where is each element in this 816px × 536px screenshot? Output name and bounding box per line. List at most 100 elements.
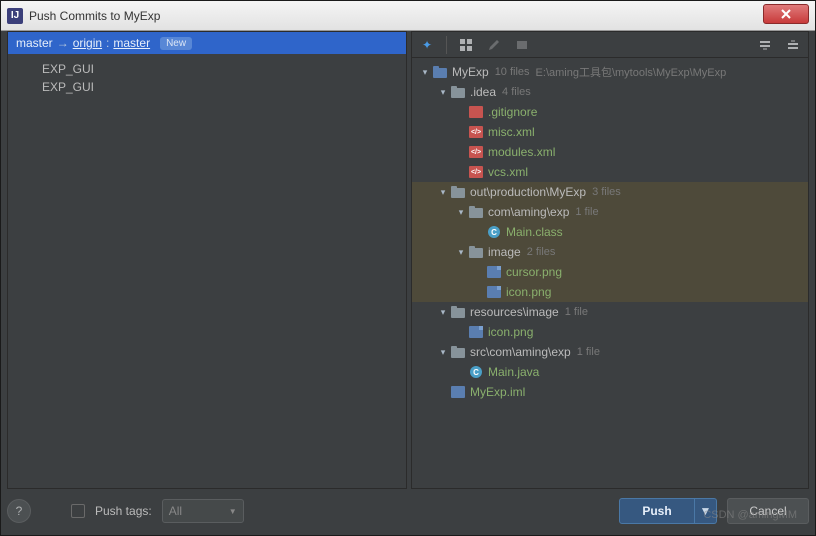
folder-icon <box>468 205 484 219</box>
chevron-down-icon[interactable]: ▾ <box>436 347 450 358</box>
file-count: 3 files <box>592 186 621 198</box>
local-branch: master <box>16 36 53 50</box>
tree-file[interactable]: </> misc.xml <box>412 122 808 142</box>
tree-file[interactable]: C Main.java <box>412 362 808 382</box>
tree-file[interactable]: icon.png <box>412 282 808 302</box>
push-tags-checkbox[interactable] <box>71 504 85 518</box>
bottom-bar: ? Push tags: All ▼ Push ▼ Cancel <box>7 493 809 529</box>
push-dropdown-button[interactable]: ▼ <box>695 498 717 524</box>
file-tree[interactable]: ▾ MyExp 10 files E:\aming工具包\mytools\MyE… <box>412 58 808 488</box>
commit-item[interactable]: EXP_GUI <box>8 60 406 78</box>
tree-folder-idea[interactable]: ▾ .idea 4 files <box>412 82 808 102</box>
toolbar-separator <box>446 36 447 54</box>
content-area: master → origin : master New EXP_GUI EXP… <box>7 31 809 489</box>
folder-icon <box>450 85 466 99</box>
iml-icon <box>450 385 466 399</box>
new-badge: New <box>160 37 192 50</box>
file-label: vcs.xml <box>488 165 528 179</box>
chevron-down-icon[interactable]: ▾ <box>454 207 468 218</box>
colon: : <box>106 36 109 50</box>
file-label: cursor.png <box>506 265 562 279</box>
tree-file[interactable]: icon.png <box>412 322 808 342</box>
titlebar: IJ Push Commits to MyExp <box>1 1 815 31</box>
tree-file[interactable]: </> modules.xml <box>412 142 808 162</box>
chevron-down-icon[interactable]: ▾ <box>436 307 450 318</box>
node-label: resources\image <box>470 305 559 319</box>
file-count: 4 files <box>502 86 531 98</box>
tree-folder-src[interactable]: ▾ src\com\aming\exp 1 file <box>412 342 808 362</box>
commit-item[interactable]: EXP_GUI <box>8 78 406 96</box>
app-icon: IJ <box>7 8 23 24</box>
file-label: misc.xml <box>488 125 535 139</box>
image-file-icon <box>486 265 502 279</box>
files-pane: ✦ ▾ MyExp 10 <box>411 31 809 489</box>
node-label: image <box>488 245 521 259</box>
tree-file[interactable]: cursor.png <box>412 262 808 282</box>
folder-icon <box>450 305 466 319</box>
tree-file[interactable]: C Main.class <box>412 222 808 242</box>
cancel-button[interactable]: Cancel <box>727 498 809 524</box>
file-count: 1 file <box>577 346 600 358</box>
folder-icon <box>450 185 466 199</box>
node-label: src\com\aming\exp <box>470 345 571 359</box>
select-value: All <box>169 504 182 518</box>
push-button-group: Push ▼ <box>619 498 717 524</box>
node-label: .idea <box>470 85 496 99</box>
folder-icon <box>468 245 484 259</box>
file-count: 2 files <box>527 246 556 258</box>
tree-folder-out[interactable]: ▾ out\production\MyExp 3 files <box>412 182 808 202</box>
remote-branch[interactable]: master <box>113 36 150 50</box>
image-file-icon <box>486 285 502 299</box>
file-label: modules.xml <box>488 145 555 159</box>
node-label: MyExp <box>452 65 489 79</box>
close-button[interactable] <box>763 4 809 24</box>
file-label: Main.class <box>506 225 563 239</box>
file-count: 1 file <box>565 306 588 318</box>
view-icon[interactable] <box>513 36 531 54</box>
chevron-down-icon[interactable]: ▾ <box>436 187 450 198</box>
tree-folder-pkg[interactable]: ▾ com\aming\exp 1 file <box>412 202 808 222</box>
chevron-down-icon[interactable]: ▾ <box>418 67 432 78</box>
file-count: 1 file <box>575 206 598 218</box>
branch-row[interactable]: master → origin : master New <box>8 32 406 54</box>
chevron-down-icon[interactable]: ▾ <box>454 247 468 258</box>
arrow-icon: → <box>57 36 69 50</box>
file-label: MyExp.iml <box>470 385 525 399</box>
commit-list: EXP_GUI EXP_GUI <box>8 54 406 102</box>
expand-all-icon[interactable] <box>756 36 774 54</box>
tree-file[interactable]: </> vcs.xml <box>412 162 808 182</box>
module-icon <box>432 65 448 79</box>
push-tags-select[interactable]: All ▼ <box>162 499 244 523</box>
window-title: Push Commits to MyExp <box>29 9 763 23</box>
gitignore-icon <box>468 105 484 119</box>
edit-icon[interactable] <box>485 36 503 54</box>
file-label: Main.java <box>488 365 539 379</box>
filesystem-path: E:\aming工具包\mytools\MyExp\MyExp <box>536 64 727 80</box>
chevron-down-icon[interactable]: ▾ <box>436 87 450 98</box>
files-toolbar: ✦ <box>412 32 808 58</box>
tree-folder-image[interactable]: ▾ image 2 files <box>412 242 808 262</box>
group-icon[interactable] <box>457 36 475 54</box>
push-button[interactable]: Push <box>619 498 695 524</box>
xml-icon: </> <box>468 125 484 139</box>
tree-file[interactable]: MyExp.iml <box>412 382 808 402</box>
xml-icon: </> <box>468 165 484 179</box>
image-file-icon <box>468 325 484 339</box>
xml-icon: </> <box>468 145 484 159</box>
remote-name[interactable]: origin <box>73 36 102 50</box>
file-label: .gitignore <box>488 105 537 119</box>
collapse-all-icon[interactable] <box>784 36 802 54</box>
file-label: icon.png <box>506 285 551 299</box>
tree-root[interactable]: ▾ MyExp 10 files E:\aming工具包\mytools\MyE… <box>412 62 808 82</box>
push-tags-label: Push tags: <box>95 504 152 518</box>
chevron-down-icon: ▼ <box>229 507 237 516</box>
file-count: 10 files <box>495 66 530 78</box>
tree-folder-resources[interactable]: ▾ resources\image 1 file <box>412 302 808 322</box>
file-label: icon.png <box>488 325 533 339</box>
class-icon: C <box>486 225 502 239</box>
pin-icon[interactable]: ✦ <box>418 36 436 54</box>
tree-file[interactable]: .gitignore <box>412 102 808 122</box>
node-label: com\aming\exp <box>488 205 569 219</box>
help-button[interactable]: ? <box>7 499 31 523</box>
class-icon: C <box>468 365 484 379</box>
